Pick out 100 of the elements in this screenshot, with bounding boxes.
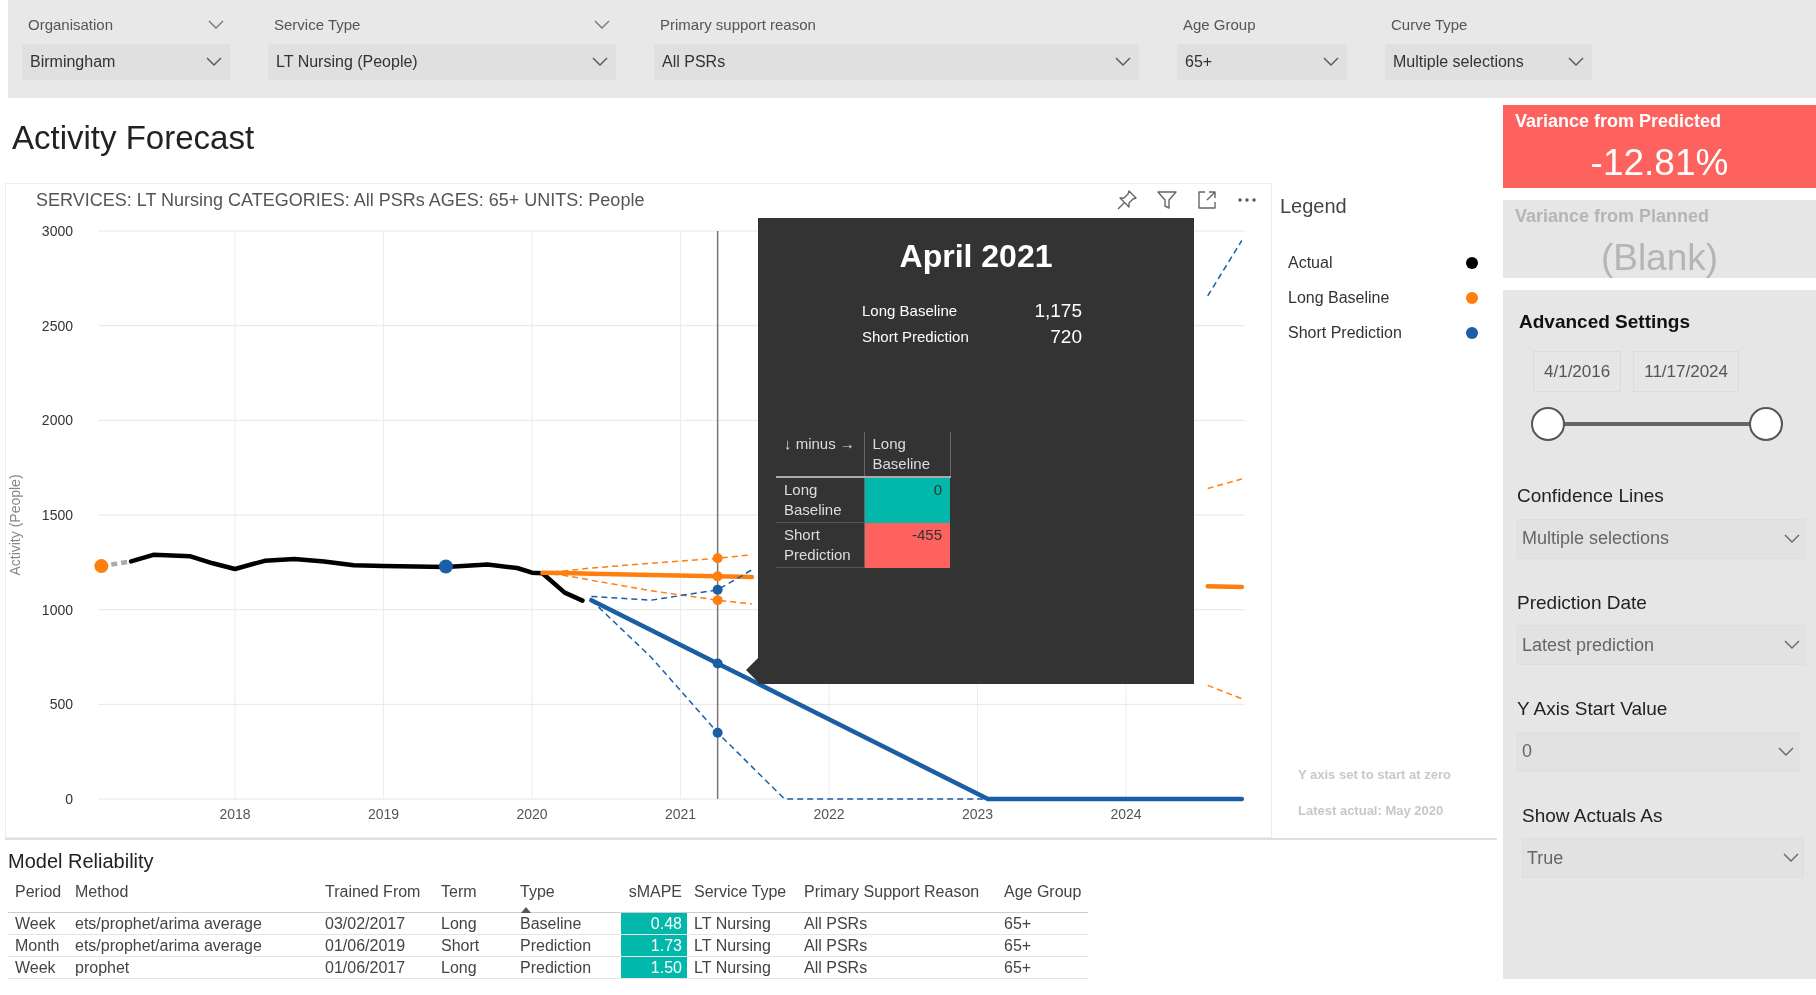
x-axis-label: 2023: [961, 806, 994, 822]
y-axis-label: 2500: [41, 317, 73, 334]
end-date-field[interactable]: 11/17/2024: [1633, 350, 1739, 392]
slider-handle[interactable]: [1749, 407, 1783, 441]
start-date-field[interactable]: 4/1/2016: [1533, 350, 1622, 392]
date-range-slider[interactable]: [1531, 406, 1783, 442]
table-cell: 1.73: [621, 934, 687, 957]
slider-handle[interactable]: [1531, 407, 1565, 441]
tooltip-value: 720: [1050, 325, 1082, 349]
setting-label: Y Axis Start Value: [1517, 697, 1669, 721]
data-point: [712, 727, 723, 738]
table-cell: 1.50: [621, 956, 687, 979]
legend-title: Legend: [1280, 194, 1348, 219]
table-cell: Long: [434, 912, 513, 935]
data-point: [94, 559, 109, 574]
y-axis-label: 3000: [41, 223, 73, 239]
table-cell: Long: [434, 956, 513, 979]
data-point: [712, 584, 723, 595]
x-axis-label: 2019: [367, 806, 400, 822]
x-axis-label: 2024: [1110, 806, 1142, 822]
setting-dropdown[interactable]: 0: [1517, 731, 1799, 772]
x-axis-label: 2018: [219, 806, 251, 822]
filter-dropdown[interactable]: 65+: [1177, 44, 1347, 80]
settings-title: Advanced Settings: [1519, 310, 1692, 334]
matrix-cell: 0: [864, 477, 950, 523]
filter-icon[interactable]: [1155, 188, 1179, 212]
filter-label: Curve Type: [1391, 14, 1468, 35]
y-axis-label: 0: [65, 791, 73, 807]
table-cell: 01/06/2019: [318, 934, 434, 957]
pin-icon[interactable]: [1115, 188, 1139, 212]
chevron-down-icon: [206, 57, 222, 67]
table-cell: LT Nursing: [687, 956, 797, 979]
filter-label: Primary support reason: [660, 14, 816, 35]
setting-label: Show Actuals As: [1522, 803, 1664, 828]
table-cell: ets/prophet/arima average: [68, 912, 318, 935]
tooltip-value: 1,175: [1034, 299, 1082, 323]
chevron-down-icon: [1568, 57, 1584, 67]
column-header[interactable]: Method: [68, 878, 318, 913]
x-axis-label: 2021: [664, 806, 697, 822]
filter-dropdown[interactable]: Birmingham: [22, 44, 230, 80]
column-header[interactable]: Trained From: [318, 878, 434, 913]
filter-dropdown[interactable]: LT Nursing (People): [268, 44, 616, 80]
x-axis-label: 2022: [813, 806, 845, 822]
table-cell: 65+: [997, 934, 1088, 957]
matrix-row-header: Short Prediction: [784, 526, 851, 563]
table-cell: All PSRs: [797, 956, 997, 979]
table-cell: ets/prophet/arima average: [68, 934, 318, 957]
tooltip-label: Short Prediction: [862, 327, 969, 347]
data-point: [712, 595, 723, 606]
setting-dropdown[interactable]: True: [1522, 838, 1804, 878]
y-axis-label: 500: [49, 696, 73, 713]
table-cell: 65+: [997, 912, 1088, 935]
legend-label: Long Baseline: [1288, 287, 1390, 308]
column-header[interactable]: Term: [434, 878, 513, 913]
filter-label: Organisation: [28, 14, 114, 35]
legend-label: Actual: [1288, 252, 1333, 273]
column-header[interactable]: Age Group: [997, 878, 1088, 913]
table-cell: 03/02/2017: [318, 912, 434, 935]
kpi-value: -12.81%: [1589, 141, 1730, 185]
y-axis-label: 2000: [41, 412, 73, 429]
tooltip-label: Long Baseline: [862, 301, 958, 321]
filter-label: Service Type: [274, 14, 361, 35]
y-axis-title: Activity (People): [7, 474, 23, 576]
table-cell: Short: [434, 934, 513, 957]
y-axis-label: 1500: [41, 507, 73, 523]
chevron-down-icon: [1115, 57, 1131, 67]
chevron-down-icon: [1778, 746, 1794, 757]
chevron-down-icon: [1783, 853, 1799, 863]
chevron-down-icon: [592, 57, 608, 67]
table-cell: prophet: [68, 956, 318, 979]
setting-dropdown[interactable]: Multiple selections: [1517, 518, 1805, 559]
chevron-down-icon: [594, 20, 610, 30]
table-cell: LT Nursing: [687, 912, 797, 935]
data-point: [712, 658, 723, 669]
y-axis-label: 1000: [41, 601, 73, 618]
section-title: Model Reliability: [8, 849, 155, 874]
expand-icon[interactable]: [1195, 188, 1219, 212]
column-header[interactable]: Service Type: [687, 878, 797, 913]
table-cell: Week: [8, 912, 68, 935]
filter-label: Age Group: [1183, 14, 1256, 35]
data-point: [438, 559, 453, 574]
matrix-row-header: Long Baseline: [784, 481, 842, 518]
chevron-down-icon: [1784, 533, 1800, 544]
column-header[interactable]: Period: [8, 878, 68, 913]
legend-label: Short Prediction: [1288, 322, 1402, 343]
table-cell: Week: [8, 956, 68, 979]
filter-dropdown[interactable]: All PSRs: [654, 44, 1139, 80]
filter-dropdown[interactable]: Multiple selections: [1385, 44, 1592, 80]
table-cell: 65+: [997, 956, 1088, 979]
column-header[interactable]: Primary Support Reason: [797, 878, 997, 913]
column-header[interactable]: sMAPE: [621, 878, 687, 913]
data-point: [712, 571, 723, 582]
matrix-cell: -455: [864, 522, 950, 568]
table-cell: All PSRs: [797, 934, 997, 957]
table-cell: 01/06/2017: [318, 956, 434, 979]
setting-dropdown[interactable]: Latest prediction: [1517, 625, 1805, 665]
table-cell: All PSRs: [797, 912, 997, 935]
table-cell: Month: [8, 934, 68, 957]
setting-label: Prediction Date: [1517, 590, 1648, 615]
column-header[interactable]: Type: [513, 878, 621, 913]
